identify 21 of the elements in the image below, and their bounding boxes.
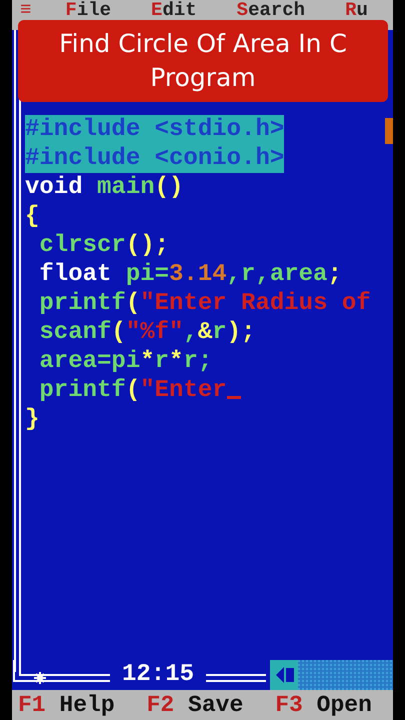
code-line: }: [25, 405, 40, 434]
code-line: area=pi*r*r;: [38, 347, 212, 376]
code-line: void main(): [25, 173, 184, 202]
code-line: scanf("%f",&r);: [38, 318, 256, 347]
function-key-hint[interactable]: F2 Save: [146, 690, 244, 720]
function-key-hint[interactable]: F1 Help: [18, 690, 115, 720]
frame-line-drawing: [206, 674, 266, 682]
horizontal-scrollbar[interactable]: [270, 660, 393, 690]
code-line: {: [25, 202, 40, 231]
code-line: clrscr();: [38, 231, 170, 260]
code-line: float pi=3.14,r,area;: [38, 260, 342, 289]
video-title: Find Circle Of Area In C Program: [58, 28, 348, 94]
code-line: printf("Enter Radius of: [38, 289, 371, 318]
menu-item[interactable]: File: [65, 0, 112, 20]
scroll-marker: [385, 118, 393, 144]
function-key-hint[interactable]: F3 Open: [275, 690, 372, 720]
cursor-position: 12:15: [122, 660, 194, 690]
code-line: printf("Enter: [25, 376, 241, 405]
menu-item[interactable]: Ru: [345, 0, 368, 20]
menu-item[interactable]: Search: [236, 0, 306, 20]
menu-item[interactable]: Edit: [151, 0, 197, 20]
